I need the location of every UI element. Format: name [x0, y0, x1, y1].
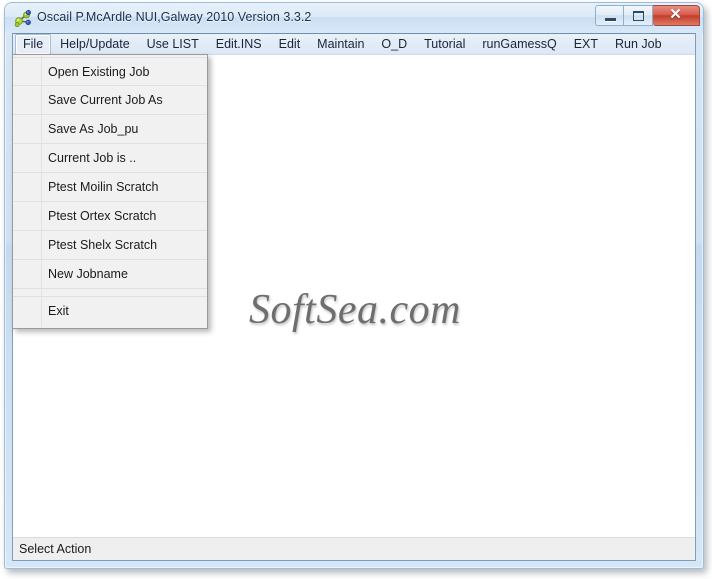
- menu-separator: [13, 289, 207, 297]
- menu-maintain[interactable]: Maintain: [309, 34, 372, 55]
- minimize-button[interactable]: [595, 5, 624, 26]
- status-bar: Select Action: [13, 537, 695, 560]
- application-window: Oscail P.McArdle NUI,Galway 2010 Version…: [4, 2, 704, 569]
- menu-item-ptest-moilin-scratch[interactable]: Ptest Moilin Scratch: [13, 173, 207, 202]
- menu-item-new-jobname[interactable]: New Jobname: [13, 260, 207, 289]
- menu-file[interactable]: File: [15, 33, 52, 55]
- menu-item-ptest-shelx-scratch[interactable]: Ptest Shelx Scratch: [13, 231, 207, 260]
- menu-edit[interactable]: Edit: [271, 34, 309, 55]
- menu-rungamessq[interactable]: runGamessQ: [474, 34, 564, 55]
- maximize-icon: [633, 11, 644, 21]
- menu-item-save-current-job-as[interactable]: Save Current Job As: [13, 86, 207, 115]
- desktop-background: Oscail P.McArdle NUI,Galway 2010 Version…: [0, 0, 712, 579]
- menu-run-job[interactable]: Run Job: [607, 34, 670, 55]
- menu-ext[interactable]: EXT: [566, 34, 606, 55]
- menu-o-d[interactable]: O_D: [373, 34, 415, 55]
- maximize-button[interactable]: [624, 5, 653, 26]
- file-menu-dropdown: Open Existing Job Save Current Job As Sa…: [12, 54, 208, 329]
- close-button[interactable]: ✕: [653, 5, 700, 26]
- minimize-icon: [605, 18, 616, 22]
- menu-item-exit[interactable]: Exit: [13, 297, 207, 326]
- menu-help-update[interactable]: Help/Update: [52, 34, 138, 55]
- menu-item-open-existing-job[interactable]: Open Existing Job: [13, 57, 207, 86]
- menu-item-ptest-ortex-scratch[interactable]: Ptest Ortex Scratch: [13, 202, 207, 231]
- window-controls: ✕: [595, 5, 700, 27]
- menu-tutorial[interactable]: Tutorial: [416, 34, 473, 55]
- menu-item-current-job-is[interactable]: Current Job is ..: [13, 144, 207, 173]
- menu-bar: File Help/Update Use LIST Edit.INS Edit …: [13, 33, 695, 55]
- window-title: Oscail P.McArdle NUI,Galway 2010 Version…: [37, 10, 312, 24]
- close-icon: ✕: [669, 7, 682, 23]
- status-text: Select Action: [19, 542, 92, 556]
- menu-use-list[interactable]: Use LIST: [139, 34, 207, 55]
- menu-item-save-as-job-pu[interactable]: Save As Job_pu: [13, 115, 207, 144]
- molecule-icon: [14, 10, 32, 28]
- title-bar[interactable]: Oscail P.McArdle NUI,Galway 2010 Version…: [5, 3, 703, 34]
- menu-edit-ins[interactable]: Edit.INS: [208, 34, 270, 55]
